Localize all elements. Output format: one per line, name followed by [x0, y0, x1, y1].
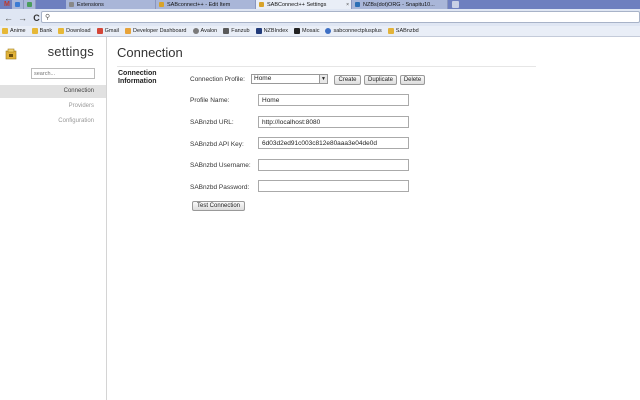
bookmark-sabnzbd[interactable]: SABnzbd — [387, 28, 419, 34]
bookmark-label: Download — [66, 28, 91, 34]
bookmark-label: sabconnectplusplus — [333, 28, 382, 34]
tab-extensions[interactable]: Extensions — [66, 0, 156, 9]
back-arrow-icon[interactable]: ← — [3, 12, 14, 23]
bookmark-avalon[interactable]: Avalon — [192, 28, 218, 34]
profile-name-input[interactable] — [258, 94, 409, 106]
fanzub-icon — [223, 28, 230, 34]
username-input[interactable] — [258, 159, 409, 171]
nzbs-icon — [355, 2, 360, 7]
folder-icon — [31, 28, 38, 34]
bookmark-bank[interactable]: Bank — [31, 28, 53, 34]
folder-icon — [58, 28, 65, 34]
tab-settings[interactable]: SABConnect++ Settings × — [256, 0, 352, 9]
bookmark-label: Mosaic — [302, 28, 320, 34]
duplicate-button[interactable]: Duplicate — [364, 75, 397, 85]
sidebar-item-providers[interactable]: Providers — [0, 100, 106, 113]
settings-search-input[interactable] — [31, 68, 95, 79]
bookmark-nzbindex[interactable]: NZBIndex — [255, 28, 289, 34]
bookmark-label: Avalon — [200, 28, 218, 34]
username-label: SABnzbd Username: — [190, 162, 251, 169]
dashboard-icon — [124, 28, 131, 34]
sabconnect-icon — [259, 2, 264, 7]
folder-icon — [2, 28, 8, 34]
tab-strip: M Extensions SABconnect++ - Edit Item SA… — [0, 0, 640, 9]
new-tab-button[interactable] — [452, 1, 459, 8]
tab-title: SABConnect++ Settings — [267, 1, 327, 8]
mosaic-icon — [294, 28, 301, 34]
sabnzbd-url-label: SABnzbd URL: — [190, 119, 234, 126]
tab-title: NZBs(dot)ORG - Snapitu10... — [363, 1, 435, 8]
test-connection-button[interactable]: Test Connection — [192, 201, 245, 211]
bookmark-label: Gmail — [104, 28, 119, 34]
sabconnect-logo-icon — [5, 48, 17, 60]
pinned-tab[interactable] — [12, 0, 24, 9]
google-icon — [15, 2, 20, 7]
bookmark-fanzub[interactable]: Fanzub — [223, 28, 250, 34]
settings-sidebar: settings Connection Providers Configurat… — [0, 37, 107, 400]
bookmark-developer-dashboard[interactable]: Developer Dashboard — [124, 28, 187, 34]
address-bar[interactable]: ⚲ — [41, 11, 640, 23]
search-icon: ⚲ — [45, 14, 51, 21]
bookmark-mosaic[interactable]: Mosaic — [294, 28, 319, 34]
api-key-input[interactable] — [258, 137, 409, 149]
bookmark-gmail[interactable]: Gmail — [96, 28, 119, 34]
sabnzbd-url-input[interactable] — [258, 116, 409, 128]
title-divider — [117, 66, 536, 67]
page-icon — [27, 2, 32, 7]
connection-profile-select[interactable]: Home ▼ — [251, 74, 328, 84]
bookmarks-bar: Anime Bank Download Gmail Developer Dash… — [0, 26, 640, 37]
close-icon[interactable]: × — [346, 2, 351, 8]
forward-arrow-icon[interactable]: → — [17, 12, 28, 23]
tab-nzbs[interactable]: NZBs(dot)ORG - Snapitu10... — [352, 0, 448, 9]
pinned-tab[interactable] — [24, 0, 36, 9]
delete-button[interactable]: Delete — [400, 75, 425, 85]
bookmark-label: Bank — [39, 28, 53, 34]
tab-title: SABconnect++ - Edit Item — [167, 1, 231, 8]
bookmark-label: Anime — [10, 28, 26, 34]
password-label: SABnzbd Password: — [190, 184, 250, 191]
section-heading: Connection Information — [118, 70, 157, 85]
sabconnect-icon — [325, 28, 332, 34]
gmail-icon — [96, 28, 103, 34]
profile-name-label: Profile Name: — [190, 97, 230, 104]
nzbindex-icon — [255, 28, 262, 34]
avalon-icon — [192, 28, 199, 34]
chevron-down-icon: ▼ — [319, 75, 327, 83]
sidebar-item-configuration[interactable]: Configuration — [0, 115, 106, 128]
create-button[interactable]: Create — [334, 75, 361, 85]
connection-profile-label: Connection Profile: — [190, 76, 245, 83]
bookmark-anime[interactable]: Anime — [2, 28, 26, 34]
puzzle-icon — [69, 2, 74, 7]
gmail-pinned-tab-icon[interactable]: M — [4, 1, 10, 8]
bookmark-label: Developer Dashboard — [132, 28, 187, 34]
sidebar-title: settings — [47, 44, 94, 59]
api-key-label: SABnzbd API Key: — [190, 141, 244, 148]
tab-title: Extensions — [77, 1, 104, 8]
bookmark-label: Fanzub — [231, 28, 250, 34]
sabconnect-icon — [159, 2, 164, 7]
bookmark-label: NZBIndex — [263, 28, 289, 34]
password-input[interactable] — [258, 180, 409, 192]
sidebar-item-connection[interactable]: Connection — [0, 85, 106, 98]
sabnzbd-icon — [387, 28, 394, 34]
page-title: Connection — [117, 45, 183, 60]
bookmark-sabconnectplusplus[interactable]: sabconnectplusplus — [325, 28, 382, 34]
bookmark-download[interactable]: Download — [58, 28, 91, 34]
bookmark-label: SABnzbd — [395, 28, 419, 34]
connection-profile-value: Home — [254, 75, 272, 82]
tab-edit-item[interactable]: SABconnect++ - Edit Item — [156, 0, 256, 9]
